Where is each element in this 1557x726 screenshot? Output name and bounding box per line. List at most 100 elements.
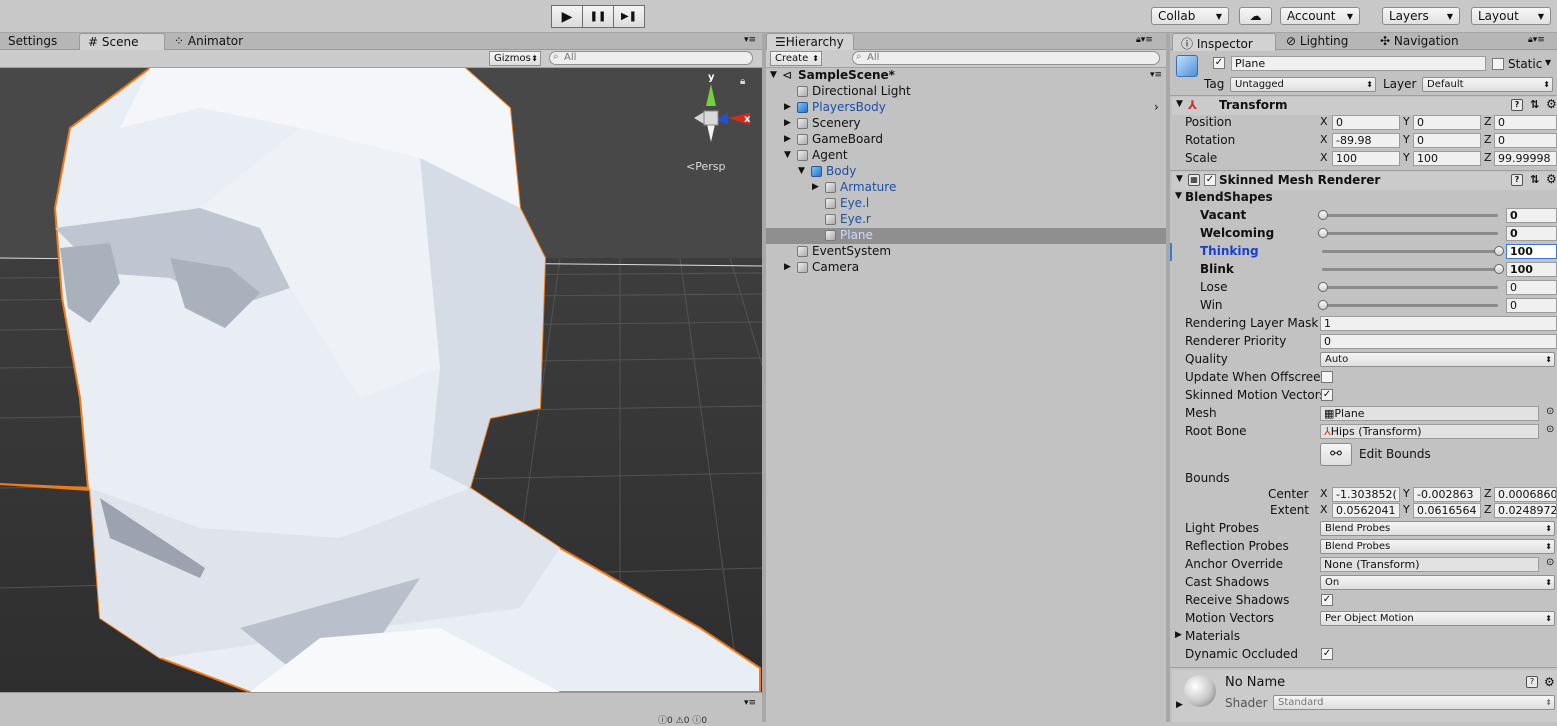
position-x-field[interactable]: 0 — [1332, 115, 1400, 130]
list-item[interactable]: Eye.r — [766, 212, 1166, 228]
blendshape-slider-track[interactable] — [1322, 214, 1498, 217]
preset-icon[interactable]: ⇅ — [1530, 98, 1539, 111]
gizmos-dropdown[interactable]: Gizmos — [489, 51, 541, 66]
tab-lighting[interactable]: ⊘ Lighting — [1278, 33, 1356, 50]
cloud-button[interactable]: ☁ — [1239, 7, 1272, 25]
lock-icon[interactable]: 🔒︎▾≡ — [1136, 35, 1153, 45]
shader-dropdown[interactable]: Standard — [1273, 695, 1555, 710]
blendshape-value-field[interactable]: 0 — [1506, 208, 1557, 223]
preset-icon[interactable]: ⇅ — [1530, 173, 1539, 186]
tab-settings[interactable]: Settings — [0, 33, 65, 50]
lock-icon[interactable]: 🔒︎▾≡ — [1528, 35, 1545, 45]
center-z-field[interactable]: 0.0006860 — [1494, 487, 1557, 502]
chevron-down-icon[interactable]: ▼ — [1545, 58, 1551, 67]
triangle-right-icon[interactable]: ▶ — [1176, 700, 1183, 710]
account-dropdown[interactable]: Account ▼ — [1280, 7, 1360, 25]
update-offscreen-checkbox[interactable] — [1321, 371, 1333, 383]
list-item[interactable]: ▶ Scenery — [766, 116, 1166, 132]
reflection-probes-dropdown[interactable]: Blend Probes — [1320, 539, 1555, 554]
help-icon[interactable]: ? — [1511, 99, 1523, 111]
blendshape-slider-knob[interactable] — [1494, 246, 1504, 256]
scale-y-field[interactable]: 100 — [1413, 151, 1481, 166]
play-button[interactable]: ▶ — [551, 5, 583, 28]
lock-icon[interactable]: 🔒︎ — [740, 76, 745, 87]
tab-inspector[interactable]: ⓘ Inspector — [1172, 33, 1276, 51]
object-picker-icon[interactable]: ⊙ — [1546, 557, 1554, 568]
tab-animator[interactable]: ⁘ Animator — [166, 33, 251, 50]
blendshape-value-field[interactable]: 100 — [1506, 244, 1557, 259]
list-item-selected[interactable]: Plane — [766, 228, 1166, 244]
create-dropdown[interactable]: Create — [770, 51, 822, 66]
extent-y-field[interactable]: 0.0616564 — [1413, 503, 1481, 518]
list-item[interactable]: ▶ Armature — [766, 180, 1166, 196]
blendshape-slider-track[interactable] — [1322, 268, 1498, 271]
hierarchy-search-input[interactable]: All — [852, 51, 1160, 65]
object-picker-icon[interactable]: ⊙ — [1546, 406, 1554, 417]
step-button[interactable]: ▶❚ — [613, 5, 645, 28]
gear-icon[interactable]: ⚙ — [1546, 172, 1557, 186]
extent-z-field[interactable]: 0.0248972 — [1494, 503, 1557, 518]
layers-dropdown[interactable]: Layers ▼ — [1382, 7, 1460, 25]
tag-dropdown[interactable]: Untagged — [1230, 77, 1376, 92]
gear-icon[interactable]: ⚙ — [1544, 675, 1555, 689]
blendshape-value-field[interactable]: 0 — [1506, 226, 1557, 241]
smr-header[interactable]: ▼ ▦ ✓ Skinned Mesh Renderer ? ⇅ ⚙ — [1172, 172, 1557, 190]
help-icon[interactable]: ? — [1526, 676, 1538, 688]
list-item[interactable]: ▶ Camera — [766, 260, 1166, 276]
list-item[interactable]: ▼ Body — [766, 164, 1166, 180]
light-probes-dropdown[interactable]: Blend Probes — [1320, 521, 1555, 536]
blendshape-slider-track[interactable] — [1322, 286, 1498, 289]
blendshape-slider-track[interactable] — [1322, 232, 1498, 235]
cast-shadows-dropdown[interactable]: On — [1320, 575, 1555, 590]
tab-navigation[interactable]: ✣ Navigation — [1372, 33, 1467, 50]
blendshape-slider-knob[interactable] — [1318, 300, 1328, 310]
dynamic-occluded-checkbox[interactable]: ✓ — [1321, 648, 1333, 660]
object-picker-icon[interactable]: ⊙ — [1546, 424, 1554, 435]
rotation-y-field[interactable]: 0 — [1413, 133, 1481, 148]
layout-dropdown[interactable]: Layout ▼ — [1471, 7, 1551, 25]
persp-toggle[interactable]: <Persp — [686, 160, 725, 173]
position-y-field[interactable]: 0 — [1413, 115, 1481, 130]
blendshape-value-field[interactable]: 0 — [1506, 298, 1557, 313]
quality-dropdown[interactable]: Auto — [1320, 352, 1555, 367]
chevron-right-icon[interactable]: › — [1154, 100, 1159, 114]
root-bone-field[interactable]: ⅄Hips (Transform) — [1320, 424, 1539, 439]
static-checkbox[interactable] — [1492, 58, 1504, 70]
layer-dropdown[interactable]: Default — [1422, 77, 1553, 92]
scene-viewport[interactable]: y x 🔒︎ <Persp — [0, 68, 762, 692]
blendshape-slider-knob[interactable] — [1318, 210, 1328, 220]
rotation-x-field[interactable]: -89.98 — [1332, 133, 1400, 148]
center-y-field[interactable]: -0.002863 — [1413, 487, 1481, 502]
blendshape-slider-knob[interactable] — [1494, 264, 1504, 274]
list-item[interactable]: ▶ GameBoard — [766, 132, 1166, 148]
motion-vectors-dropdown[interactable]: Per Object Motion — [1320, 611, 1555, 626]
transform-header[interactable]: ▼ ⅄ Transform ? ⇅ ⚙ — [1172, 97, 1557, 115]
blendshape-slider-knob[interactable] — [1318, 228, 1328, 238]
rendering-layer-mask-field[interactable]: 1 — [1320, 316, 1557, 331]
blendshape-slider-track[interactable] — [1322, 304, 1498, 307]
edit-bounds-button[interactable]: ⚯ — [1320, 443, 1352, 466]
scene-root-row[interactable]: ▼ ⊲ SampleScene* ▾≡ — [766, 68, 1166, 84]
list-item[interactable]: Eye.l — [766, 196, 1166, 212]
panel-menu-icon[interactable]: ▾≡ — [744, 35, 756, 45]
help-icon[interactable]: ? — [1511, 174, 1523, 186]
scale-z-field[interactable]: 99.99998 — [1494, 151, 1557, 166]
blendshape-slider-knob[interactable] — [1318, 282, 1328, 292]
scene-menu-icon[interactable]: ▾≡ — [1150, 70, 1162, 80]
blendshape-value-field[interactable]: 100 — [1506, 262, 1557, 277]
scene-search-input[interactable]: All — [549, 51, 753, 65]
panel-menu-icon[interactable]: ▾≡ — [744, 698, 756, 708]
scale-x-field[interactable]: 100 — [1332, 151, 1400, 166]
position-z-field[interactable]: 0 — [1494, 115, 1557, 130]
renderer-priority-field[interactable]: 0 — [1320, 334, 1557, 349]
orientation-gizmo[interactable]: y x — [680, 72, 760, 156]
extent-x-field[interactable]: 0.0562041 — [1332, 503, 1400, 518]
rotation-z-field[interactable]: 0 — [1494, 133, 1557, 148]
materials-foldout[interactable]: ▶ Materials — [1172, 628, 1557, 646]
receive-shadows-checkbox[interactable]: ✓ — [1321, 594, 1333, 606]
anchor-override-field[interactable]: None (Transform) — [1320, 557, 1539, 572]
mesh-field[interactable]: ▦Plane — [1320, 406, 1539, 421]
active-checkbox[interactable]: ✓ — [1213, 57, 1225, 69]
skinned-motion-checkbox[interactable]: ✓ — [1321, 389, 1333, 401]
tab-scene[interactable]: # Scene — [79, 33, 165, 51]
